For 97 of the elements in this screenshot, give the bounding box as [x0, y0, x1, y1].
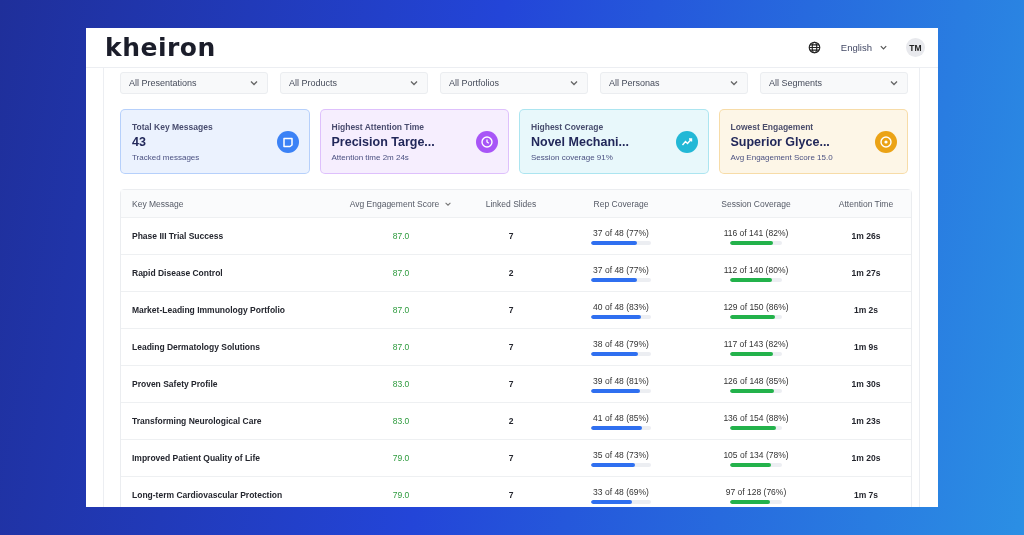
card-value: Precision Targe... [331, 134, 435, 149]
card-value: Superior Glyce... [730, 134, 831, 149]
table-cell-text: Long-term Cardiovascular Protection [131, 490, 284, 500]
chevron-down-icon [569, 78, 579, 88]
table-cell: 112 of 140 (80%) [723, 264, 789, 275]
table-cell: 38 of 48 (79%) [593, 338, 649, 349]
table-cell-text: 7 [507, 490, 515, 500]
card-value: 43 [132, 134, 147, 149]
table-cell-text: 87.0 [391, 268, 411, 278]
progress-bar [730, 351, 782, 356]
table-cell-text: Phase III Trial Success [131, 231, 225, 241]
table-cell-text: Proven Safety Profile [131, 379, 219, 389]
filter-dropdown[interactable]: All Personas [600, 72, 748, 94]
progress-bar [730, 277, 782, 282]
progress-bar [730, 240, 782, 245]
table-cell: 129 of 150 (86%) [723, 301, 789, 312]
table-cell-text: 7 [507, 379, 515, 389]
progress-bar [591, 425, 651, 430]
chevron-down-icon [409, 78, 419, 88]
table-cell: 126 of 148 (85%) [723, 375, 789, 386]
filter-dropdown[interactable]: All Portfolios [440, 72, 588, 94]
progress-bar [591, 462, 651, 467]
card-title: Lowest Engagement [730, 121, 815, 132]
card-title: Total Key Messages [132, 121, 213, 132]
table-cell-text: Market-Leading Immunology Portfolio [131, 305, 286, 315]
progress-bar [591, 388, 651, 393]
column-header[interactable]: Key Message [121, 198, 331, 209]
table-cell-text: 79.0 [391, 453, 411, 463]
column-header[interactable]: Attention Time [821, 198, 911, 209]
progress-bar [591, 277, 651, 282]
filter-dropdown[interactable]: All Segments [760, 72, 908, 94]
chevron-down-icon [879, 43, 888, 52]
table-cell-text: 83.0 [391, 379, 411, 389]
globe-icon[interactable] [807, 41, 821, 54]
table-cell: 33 of 48 (69%) [593, 486, 649, 497]
card-value: Novel Mechani... [531, 134, 629, 149]
table-cell: 116 of 141 (82%) [723, 227, 789, 238]
user-avatar[interactable]: TM [906, 38, 925, 57]
progress-bar [591, 351, 651, 356]
table-cell: 105 of 134 (78%) [723, 449, 789, 460]
table-cell-text: Rapid Disease Control [131, 268, 224, 278]
language-dropdown[interactable]: English [840, 42, 888, 53]
table-cell-text: 7 [507, 453, 515, 463]
table-cell: 39 of 48 (81%) [593, 375, 649, 386]
table-cell-text: 1m 26s [850, 231, 882, 241]
table-cell-text: 7 [507, 305, 515, 315]
table-cell-text: 1m 20s [850, 453, 882, 463]
progress-bar [591, 499, 651, 504]
table-cell-text: Leading Dermatology Solutions [131, 342, 261, 352]
filter-dropdown[interactable]: All Products [280, 72, 428, 94]
table-cell: 40 of 48 (83%) [593, 301, 649, 312]
progress-bar [730, 499, 782, 504]
table-cell: 136 of 154 (88%) [723, 412, 789, 423]
progress-bar [730, 425, 782, 430]
progress-bar [730, 462, 782, 467]
table-cell: 35 of 48 (73%) [593, 449, 649, 460]
card-title: Highest Coverage [531, 121, 605, 132]
table-cell-text: 87.0 [391, 231, 411, 241]
filter-dropdown[interactable]: All Presentations [120, 72, 268, 94]
table-cell-text: 7 [507, 231, 515, 241]
column-header[interactable]: Rep Coverage [551, 198, 691, 209]
table-cell-text: Improved Patient Quality of Life [131, 453, 261, 463]
table-cell-text: 7 [507, 342, 515, 352]
table-cell: 37 of 48 (77%) [593, 264, 649, 275]
chevron-down-icon [889, 78, 899, 88]
chevron-down-icon [249, 78, 259, 88]
table-cell: 97 of 128 (76%) [725, 486, 787, 497]
progress-bar [591, 240, 651, 245]
card-caption: Avg Engagement Score 15.0 [730, 152, 833, 162]
card-caption: Session coverage 91% [531, 152, 614, 162]
table-cell-text: 83.0 [391, 416, 411, 426]
logo: kheiron [105, 33, 216, 62]
table-cell-text: 2 [507, 268, 515, 278]
table-cell-text: 1m 23s [850, 416, 882, 426]
card-title: Highest Attention Time [331, 121, 426, 132]
progress-bar [591, 314, 651, 319]
column-header[interactable]: Session Coverage [691, 198, 821, 209]
table-cell-text: 1m 9s [852, 342, 880, 352]
table-cell: 37 of 48 (77%) [593, 227, 649, 238]
table-cell: 117 of 143 (82%) [723, 338, 789, 349]
column-header[interactable]: Avg Engagement Score [331, 198, 471, 209]
column-header[interactable]: Linked Slides [471, 198, 551, 209]
table-cell: 41 of 48 (85%) [593, 412, 649, 423]
progress-bar [730, 314, 782, 319]
table-cell-text: 1m 27s [850, 268, 882, 278]
chevron-down-icon [729, 78, 739, 88]
table-cell-text: 87.0 [391, 305, 411, 315]
table-cell-text: 79.0 [391, 490, 411, 500]
table-cell-text: 1m 30s [850, 379, 882, 389]
card-caption: Attention time 2m 24s [331, 152, 410, 162]
table-cell-text: 87.0 [391, 342, 411, 352]
table-cell-text: 2 [507, 416, 515, 426]
table-cell-text: 1m 7s [852, 490, 880, 500]
card-caption: Tracked messages [132, 152, 201, 162]
table-cell-text: 1m 2s [852, 305, 880, 315]
table-cell-text: Transforming Neurological Care [131, 416, 263, 426]
progress-bar [730, 388, 782, 393]
